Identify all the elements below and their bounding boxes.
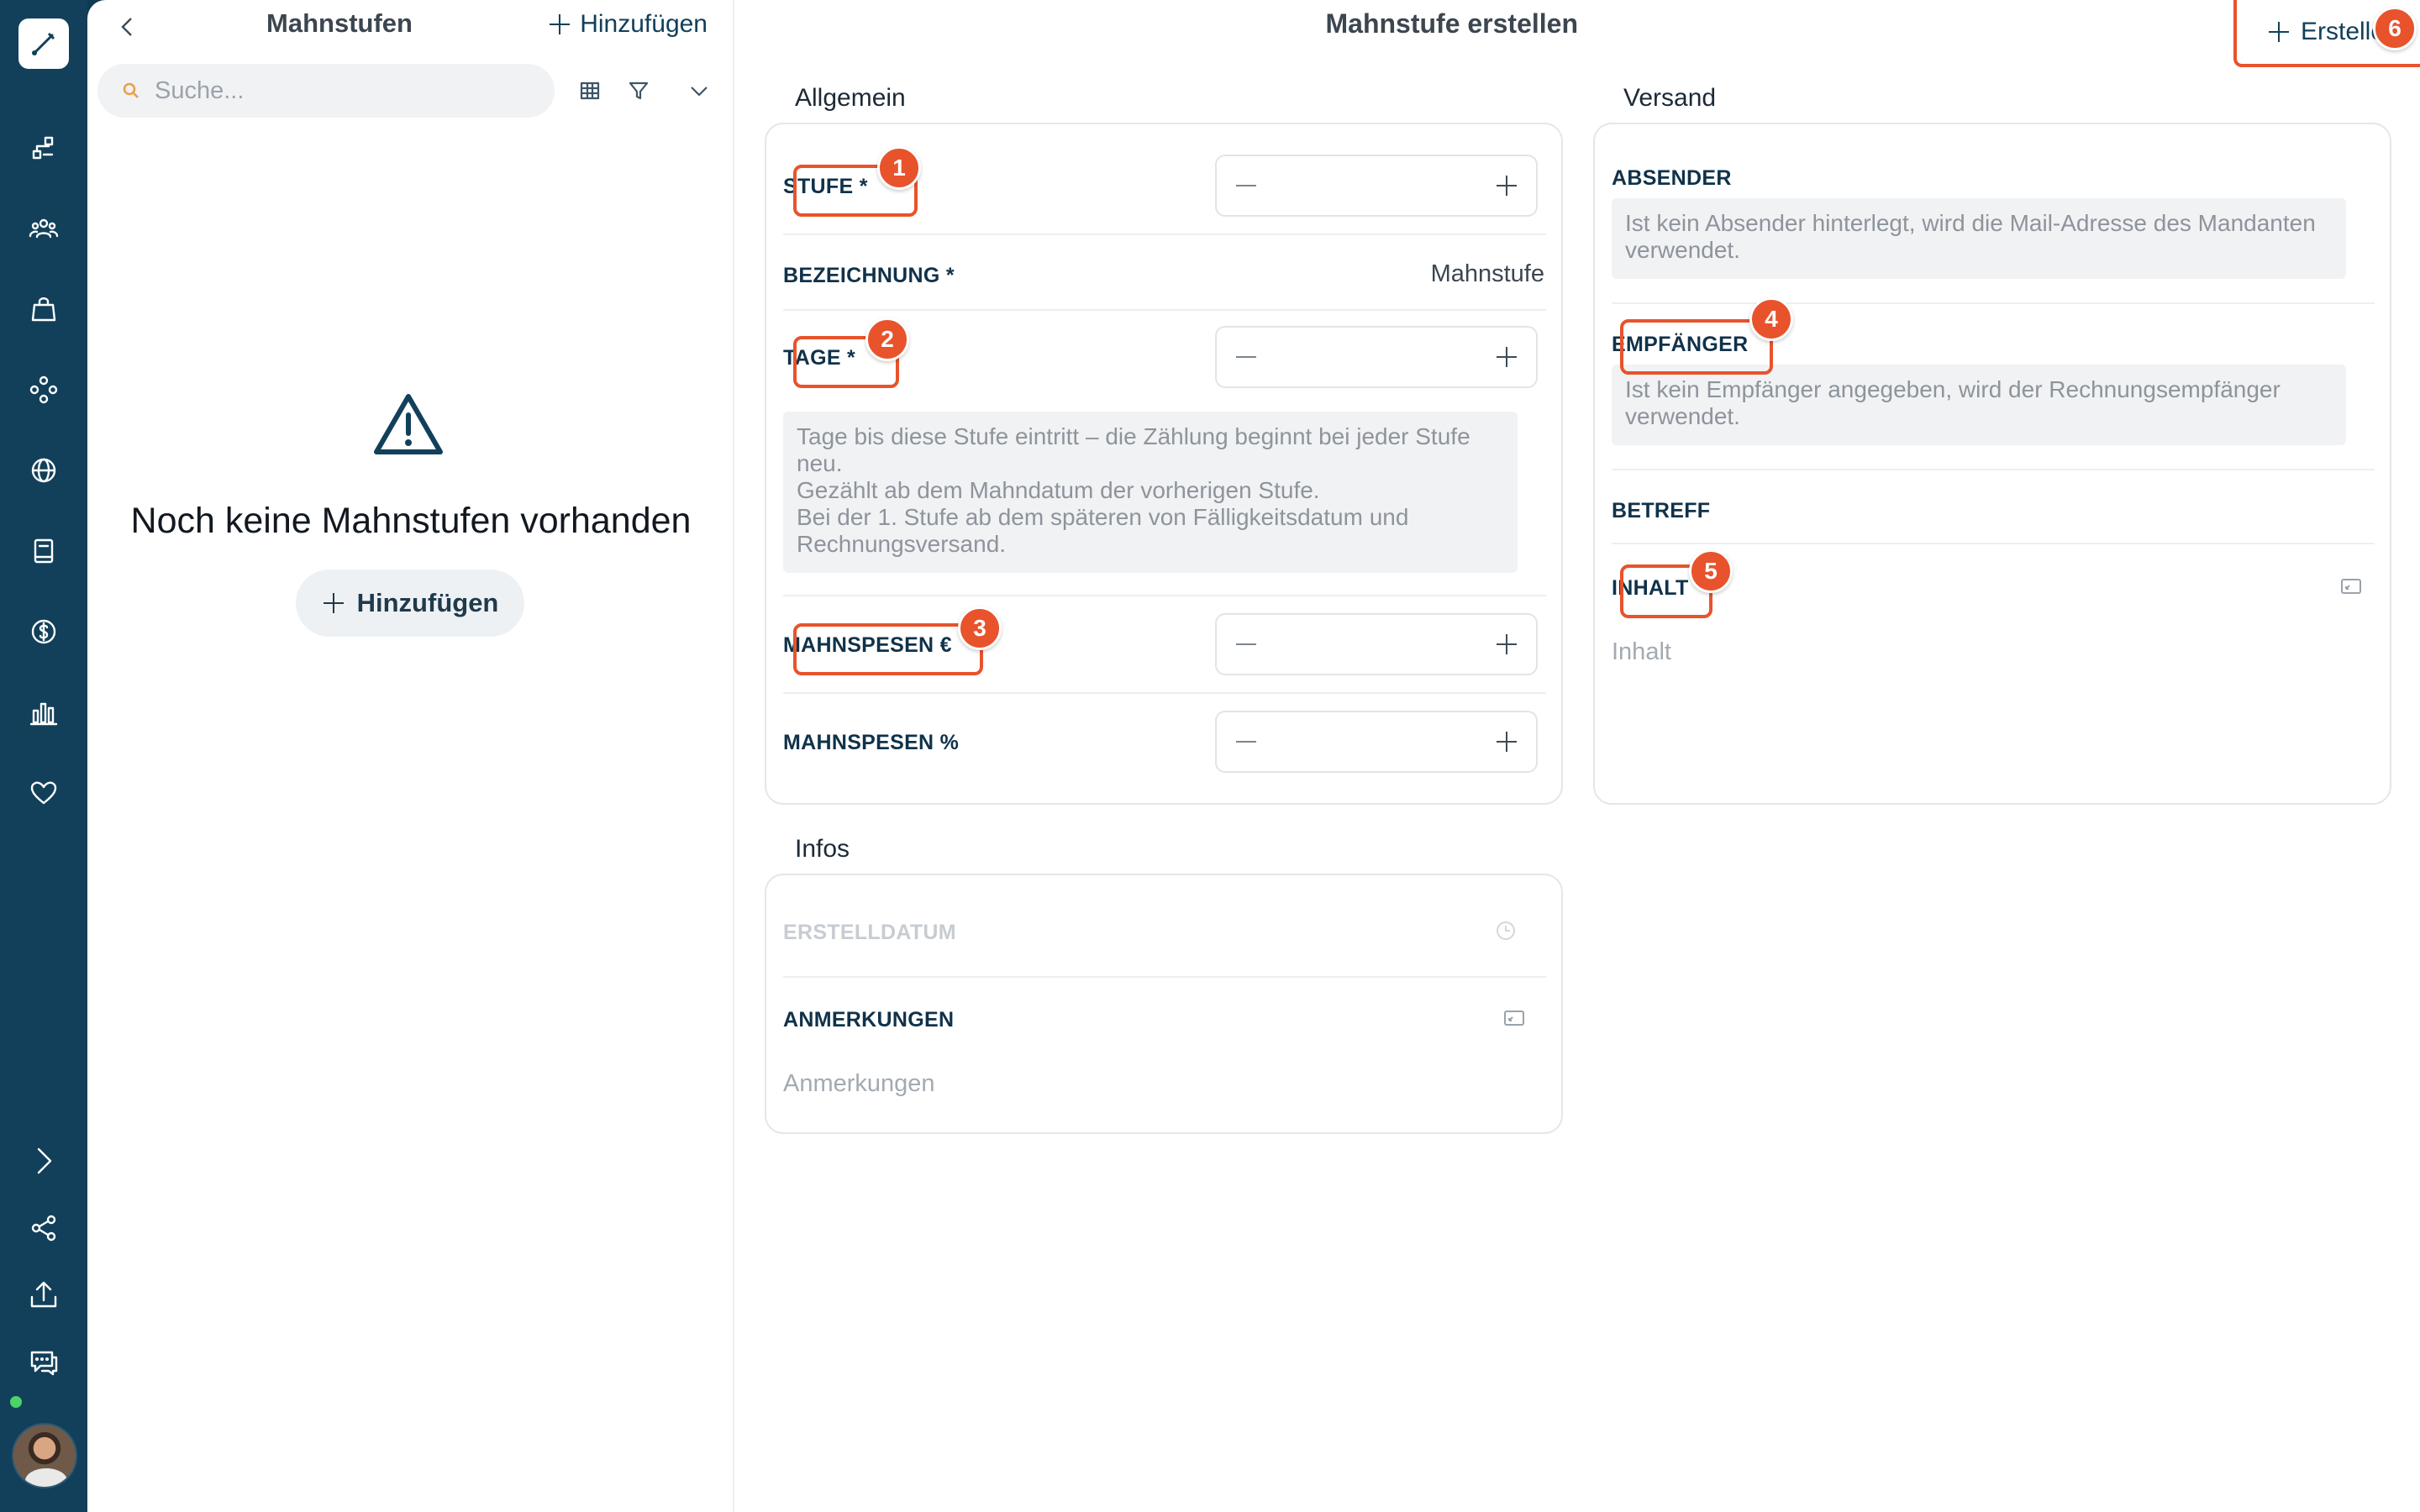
- bezeichnung-label: BEZEICHNUNG *: [783, 264, 955, 287]
- step-badge-3: 3: [958, 606, 1002, 650]
- section-title-shipping: Versand: [1623, 84, 1717, 112]
- divider: [783, 692, 1546, 694]
- page-title: Mahnstufe erstellen: [1325, 8, 1578, 39]
- divider: [783, 976, 1546, 978]
- betreff-label: BETREFF: [1612, 499, 1711, 522]
- tage-hint: Tage bis diese Stufe eintritt – die Zähl…: [783, 412, 1518, 573]
- plus-icon[interactable]: [1494, 173, 1519, 198]
- share-icon[interactable]: [22, 1206, 66, 1250]
- divider: [1612, 543, 2375, 544]
- online-status-indicator: [8, 1394, 24, 1410]
- expand-editor-icon[interactable]: [1502, 1006, 1526, 1030]
- step-badge-4: 4: [1749, 297, 1793, 341]
- section-title-general: Allgemein: [795, 84, 906, 112]
- stufe-input[interactable]: [1276, 165, 1477, 207]
- step-badge-1: 1: [877, 146, 921, 190]
- inhalt-input[interactable]: Inhalt: [1612, 638, 1671, 666]
- divider: [1612, 469, 2375, 470]
- warning-icon: [373, 391, 444, 457]
- divider: [783, 595, 1546, 596]
- minus-icon[interactable]: [1234, 632, 1259, 657]
- mahnspesen-eur-stepper: [1215, 613, 1538, 675]
- add-button[interactable]: Hinzufügen: [548, 10, 708, 39]
- erstelldatum-label: ERSTELLDATUM: [783, 921, 956, 944]
- tage-stepper: [1215, 326, 1538, 388]
- general-card: STUFE * BEZEICHNUNG * Mahnstufe TAGE * T…: [765, 123, 1563, 805]
- empty-add-button[interactable]: Hinzufügen: [296, 570, 524, 637]
- network-icon[interactable]: [22, 368, 66, 412]
- plus-icon[interactable]: [1494, 729, 1519, 754]
- plus-icon: [2267, 20, 2291, 44]
- mahnspesen-pct-label: MAHNSPESEN %: [783, 731, 960, 754]
- step-badge-6: 6: [2373, 7, 2417, 50]
- anmerkungen-label: ANMERKUNGEN: [783, 1008, 955, 1032]
- list-panel: Mahnstufen Hinzufügen Noch keine Mahnstu…: [87, 0, 734, 1512]
- minus-icon[interactable]: [1234, 173, 1259, 198]
- chart-icon[interactable]: [22, 690, 66, 734]
- search-icon: [123, 82, 139, 98]
- table-view-icon[interactable]: [573, 74, 607, 108]
- nav-rail: [0, 0, 87, 1512]
- chevron-down-icon[interactable]: [682, 74, 716, 108]
- clock-icon: [1494, 919, 1518, 942]
- minus-icon[interactable]: [1234, 344, 1259, 370]
- step-badge-5: 5: [1689, 549, 1733, 593]
- main-form: Mahnstufe erstellen Erstellen Allgemein …: [734, 0, 2420, 1512]
- search-input[interactable]: [155, 76, 524, 105]
- shipping-card: ABSENDER Ist kein Absender hinterlegt, w…: [1593, 123, 2391, 805]
- mahnspesen-eur-input[interactable]: [1276, 623, 1477, 665]
- avatar[interactable]: [12, 1423, 77, 1488]
- search-bar: [97, 64, 555, 118]
- book-icon[interactable]: [22, 529, 66, 573]
- heart-icon[interactable]: [22, 771, 66, 815]
- empty-state-text: Noch keine Mahnstufen vorhanden: [130, 501, 692, 541]
- filter-icon[interactable]: [622, 74, 655, 108]
- chat-icon[interactable]: [22, 1341, 66, 1384]
- process-icon[interactable]: [22, 126, 66, 170]
- brush-icon[interactable]: [18, 18, 69, 69]
- tage-input[interactable]: [1276, 336, 1477, 378]
- anmerkungen-input[interactable]: Anmerkungen: [783, 1070, 935, 1098]
- divider: [783, 234, 1546, 235]
- stufe-stepper: [1215, 155, 1538, 217]
- empty-add-label: Hinzufügen: [356, 588, 499, 617]
- absender-hint: Ist kein Absender hinterlegt, wird die M…: [1612, 198, 2346, 279]
- add-button-label: Hinzufügen: [580, 10, 708, 38]
- absender-label: ABSENDER: [1612, 166, 1732, 190]
- divider: [783, 309, 1546, 311]
- mahnspesen-pct-input[interactable]: [1276, 721, 1477, 763]
- dollar-icon[interactable]: [22, 610, 66, 654]
- empfaenger-hint: Ist kein Empfänger angegeben, wird der R…: [1612, 365, 2346, 445]
- plus-icon: [548, 13, 571, 36]
- expand-editor-icon[interactable]: [2339, 575, 2363, 598]
- bezeichnung-value[interactable]: Mahnstufe: [1431, 260, 1544, 288]
- minus-icon[interactable]: [1234, 729, 1259, 754]
- chevron-right-icon[interactable]: [22, 1139, 66, 1183]
- step-badge-2: 2: [865, 318, 909, 361]
- divider: [1612, 302, 2375, 304]
- plus-icon[interactable]: [1494, 344, 1519, 370]
- users-icon[interactable]: [22, 207, 66, 250]
- highlight-mahnspesen: [793, 623, 983, 675]
- infos-card: ERSTELLDATUM ANMERKUNGEN Anmerkungen: [765, 874, 1563, 1134]
- bag-icon[interactable]: [22, 287, 66, 331]
- list-title: Mahnstufen: [266, 8, 413, 38]
- plus-icon: [322, 591, 345, 615]
- mahnspesen-pct-stepper: [1215, 711, 1538, 773]
- highlight-empfaenger: [1620, 319, 1773, 375]
- globe-icon[interactable]: [22, 449, 66, 492]
- upload-icon[interactable]: [22, 1273, 66, 1317]
- plus-icon[interactable]: [1494, 632, 1519, 657]
- section-title-infos: Infos: [795, 835, 850, 863]
